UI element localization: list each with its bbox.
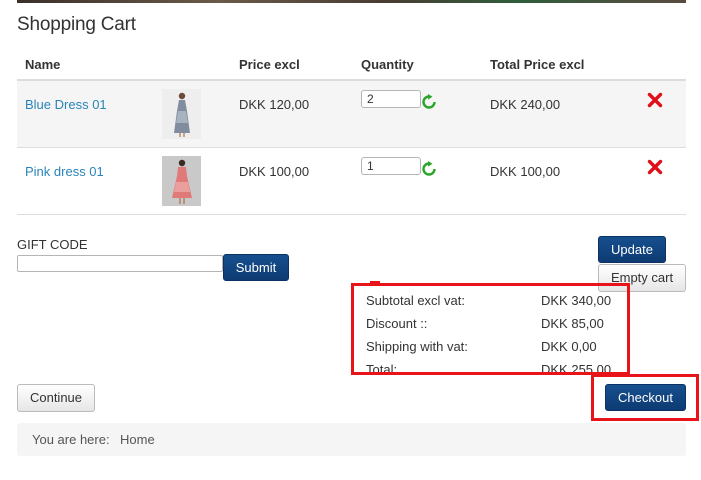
top-banner-image (17, 0, 686, 3)
table-header-row: Name Price excl Quantity Total Price exc… (17, 48, 686, 81)
product-thumbnail[interactable] (162, 156, 201, 206)
product-price: DKK 120,00 (239, 97, 310, 112)
header-quantity: Quantity (361, 57, 414, 72)
product-link[interactable]: Pink dress 01 (25, 164, 104, 179)
submit-button[interactable]: Submit (223, 254, 289, 281)
breadcrumb-label: You are here: (32, 432, 110, 447)
summary-highlight-box (351, 283, 630, 375)
header-name: Name (25, 57, 61, 72)
remove-icon[interactable] (647, 92, 663, 108)
refresh-icon[interactable] (421, 94, 437, 110)
product-price: DKK 100,00 (239, 164, 310, 179)
header-price: Price excl (239, 57, 300, 72)
update-button[interactable]: Update (598, 236, 666, 263)
refresh-icon[interactable] (421, 161, 437, 177)
checkout-highlight-box (591, 374, 699, 421)
table-row: Pink dress 01 DKK 100,00 DKK 100,00 (17, 148, 686, 215)
remove-icon[interactable] (647, 159, 663, 175)
product-total: DKK 240,00 (490, 97, 561, 112)
header-total: Total Price excl (490, 57, 585, 72)
quantity-input[interactable] (361, 90, 421, 108)
product-thumbnail[interactable] (162, 89, 201, 139)
breadcrumb: You are here: Home (17, 423, 686, 456)
breadcrumb-home-link[interactable]: Home (120, 432, 155, 447)
page-title: Shopping Cart (17, 14, 136, 35)
quantity-input[interactable] (361, 157, 421, 175)
continue-button[interactable]: Continue (17, 384, 95, 412)
gift-code-label: GIFT CODE (17, 237, 88, 252)
product-link[interactable]: Blue Dress 01 (25, 97, 107, 112)
product-total: DKK 100,00 (490, 164, 561, 179)
cart-table: Name Price excl Quantity Total Price exc… (17, 48, 686, 215)
gift-code-input[interactable] (17, 255, 223, 272)
table-row: Blue Dress 01 DKK 120,00 DKK 240,00 (17, 81, 686, 148)
